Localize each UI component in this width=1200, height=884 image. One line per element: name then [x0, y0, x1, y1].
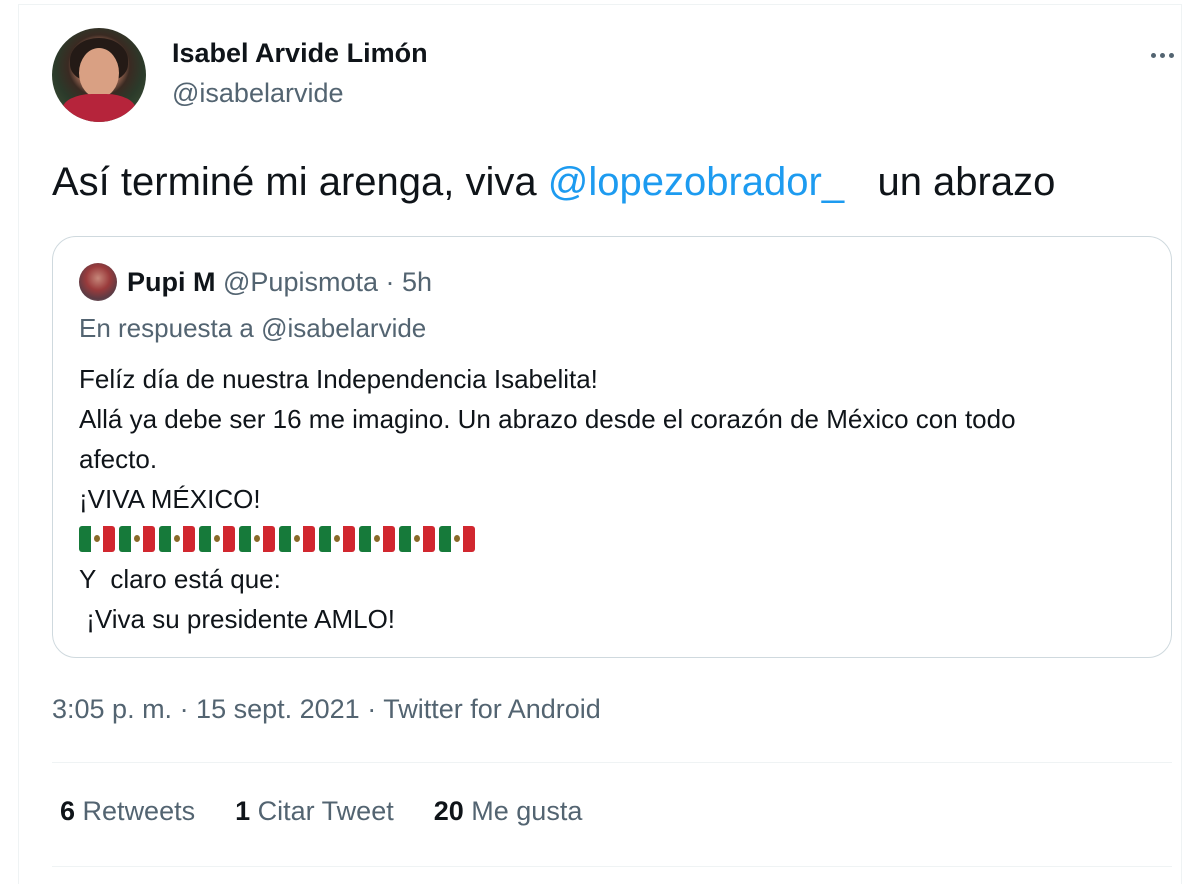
quoted-line: Felíz día de nuestra Independencia Isabe… [79, 364, 598, 394]
retweets-stat[interactable]: 6 Retweets [60, 796, 195, 827]
flag-stripe [91, 526, 103, 552]
dot [1168, 52, 1174, 58]
flag-stripe [439, 526, 451, 552]
dot [1150, 52, 1156, 58]
flag-stripe [183, 526, 195, 552]
mexico-flag-emoji [399, 526, 435, 552]
retweets-label: Retweets [82, 796, 196, 826]
reply-context: En respuesta a @isabelarvide [79, 313, 426, 344]
tweet-header: Isabel Arvide Limón @isabelarvide [52, 28, 1182, 128]
likes-count: 20 [433, 796, 464, 826]
tweet-timestamp[interactable]: 3:05 p. m. · 15 sept. 2021 · Twitter for… [52, 694, 601, 725]
quoted-line: afecto. [79, 444, 158, 474]
quoted-line: ¡VIVA MÉXICO! [79, 484, 261, 514]
mexico-flag-emoji [79, 526, 115, 552]
avatar-face [79, 48, 119, 98]
flag-stripe [371, 526, 383, 552]
quotes-count: 1 [235, 796, 251, 826]
mexico-flag-emoji [359, 526, 395, 552]
flag-stripe [131, 526, 143, 552]
flag-stripe [119, 526, 131, 552]
flag-stripe [331, 526, 343, 552]
mention-link[interactable]: @lopezobrador_ [548, 160, 844, 204]
flag-stripe [399, 526, 411, 552]
flag-stripe [411, 526, 423, 552]
flag-stripe [103, 526, 115, 552]
flag-stripe [463, 526, 475, 552]
mexico-flag-emoji [439, 526, 475, 552]
quoted-tweet-body: Felíz día de nuestra Independencia Isabe… [79, 359, 1149, 639]
flag-stripe [171, 526, 183, 552]
author-avatar[interactable] [52, 28, 146, 122]
quoted-author-avatar[interactable] [79, 263, 117, 301]
mexico-flag-emoji [279, 526, 315, 552]
flag-stripe [359, 526, 371, 552]
quotes-label: Citar Tweet [257, 796, 394, 826]
quoted-line: Allá ya debe ser 16 me imagino. Un abraz… [79, 404, 1016, 434]
mexico-flag-emoji [319, 526, 355, 552]
dot [1159, 52, 1165, 58]
tweet-stats: 6 Retweets 1 Citar Tweet 20 Me gusta [60, 796, 582, 827]
mexico-flag-emoji [119, 526, 155, 552]
tweet-text: Así terminé mi arenga, viva @lopezobrado… [52, 160, 1055, 205]
quotes-stat[interactable]: 1 Citar Tweet [235, 796, 394, 827]
flag-stripe [79, 526, 91, 552]
flag-stripe [291, 526, 303, 552]
flag-stripe [159, 526, 171, 552]
flag-stripe [263, 526, 275, 552]
mexico-flag-emoji [199, 526, 235, 552]
divider [52, 866, 1172, 867]
flag-stripe [319, 526, 331, 552]
quoted-tweet[interactable]: Pupi M @Pupismota · 5h En respuesta a @i… [52, 236, 1172, 658]
flag-stripe [223, 526, 235, 552]
flag-stripe [279, 526, 291, 552]
flag-stripe [143, 526, 155, 552]
flag-stripe [211, 526, 223, 552]
likes-label: Me gusta [471, 796, 583, 826]
flag-stripe [239, 526, 251, 552]
flag-emoji-row [79, 519, 1149, 559]
author-name[interactable]: Isabel Arvide Limón [172, 38, 428, 69]
flag-stripe [303, 526, 315, 552]
flag-stripe [251, 526, 263, 552]
reply-prefix: En respuesta a [79, 313, 262, 343]
tweet-text-before: Así terminé mi arenga, viva [52, 160, 548, 204]
mexico-flag-emoji [239, 526, 275, 552]
flag-stripe [451, 526, 463, 552]
divider [52, 762, 1172, 763]
quoted-author-meta[interactable]: @Pupismota · 5h [223, 267, 432, 297]
author-handle[interactable]: @isabelarvide [172, 78, 344, 109]
quoted-line: ¡Viva su presidente AMLO! [79, 604, 396, 634]
flag-stripe [383, 526, 395, 552]
flag-stripe [199, 526, 211, 552]
quoted-line: Y claro está que: [79, 564, 281, 594]
retweets-count: 6 [60, 796, 76, 826]
reply-handle-link[interactable]: @isabelarvide [261, 313, 426, 343]
more-options-icon[interactable] [1142, 40, 1182, 70]
mexico-flag-emoji [159, 526, 195, 552]
avatar-shirt [62, 94, 136, 122]
quoted-author-name[interactable]: Pupi M [127, 267, 216, 297]
likes-stat[interactable]: 20 Me gusta [434, 796, 583, 827]
flag-stripe [343, 526, 355, 552]
quoted-tweet-header: Pupi M @Pupismota · 5h [127, 263, 432, 301]
tweet-text-after: un abrazo [844, 160, 1056, 204]
flag-stripe [423, 526, 435, 552]
